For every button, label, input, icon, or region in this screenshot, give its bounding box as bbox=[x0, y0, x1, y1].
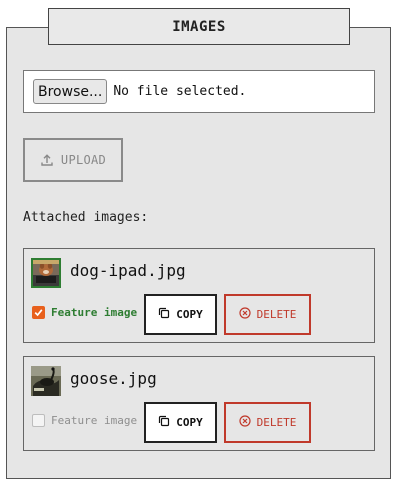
upload-label: UPLOAD bbox=[60, 153, 107, 167]
copy-button[interactable]: COPY bbox=[144, 402, 217, 443]
copy-button[interactable]: COPY bbox=[144, 294, 217, 335]
check-icon bbox=[34, 309, 43, 317]
file-input[interactable]: Browse... No file selected. bbox=[23, 70, 375, 113]
image-thumbnail[interactable] bbox=[31, 258, 61, 288]
copy-label: COPY bbox=[176, 416, 203, 429]
image-filename: goose.jpg bbox=[70, 369, 157, 388]
delete-label: DELETE bbox=[256, 416, 297, 429]
delete-label: DELETE bbox=[256, 308, 297, 321]
copy-label: COPY bbox=[176, 308, 203, 321]
browse-button[interactable]: Browse... bbox=[33, 79, 108, 104]
delete-icon bbox=[239, 307, 251, 322]
upload-button[interactable]: UPLOAD bbox=[23, 138, 123, 182]
panel-title: IMAGES bbox=[48, 8, 350, 45]
feature-checkbox[interactable] bbox=[32, 306, 45, 319]
feature-checkbox[interactable] bbox=[32, 414, 45, 427]
feature-label: Feature image bbox=[51, 306, 138, 319]
delete-icon bbox=[239, 415, 251, 430]
delete-button[interactable]: DELETE bbox=[224, 402, 311, 443]
upload-icon bbox=[40, 153, 54, 167]
image-card: goose.jpg Feature image COPY DELETE bbox=[23, 356, 375, 451]
feature-label: Feature image bbox=[51, 414, 138, 427]
feature-image-toggle[interactable]: Feature image bbox=[32, 414, 137, 427]
attached-images-heading: Attached images: bbox=[23, 210, 149, 225]
file-status-text: No file selected. bbox=[113, 84, 247, 99]
delete-button[interactable]: DELETE bbox=[224, 294, 311, 335]
image-filename: dog-ipad.jpg bbox=[70, 261, 186, 280]
copy-icon bbox=[158, 307, 170, 322]
copy-icon bbox=[158, 415, 170, 430]
image-card: dog-ipad.jpg Feature image COPY DELETE bbox=[23, 248, 375, 343]
image-thumbnail[interactable] bbox=[31, 366, 61, 396]
feature-image-toggle[interactable]: Feature image bbox=[32, 306, 137, 319]
